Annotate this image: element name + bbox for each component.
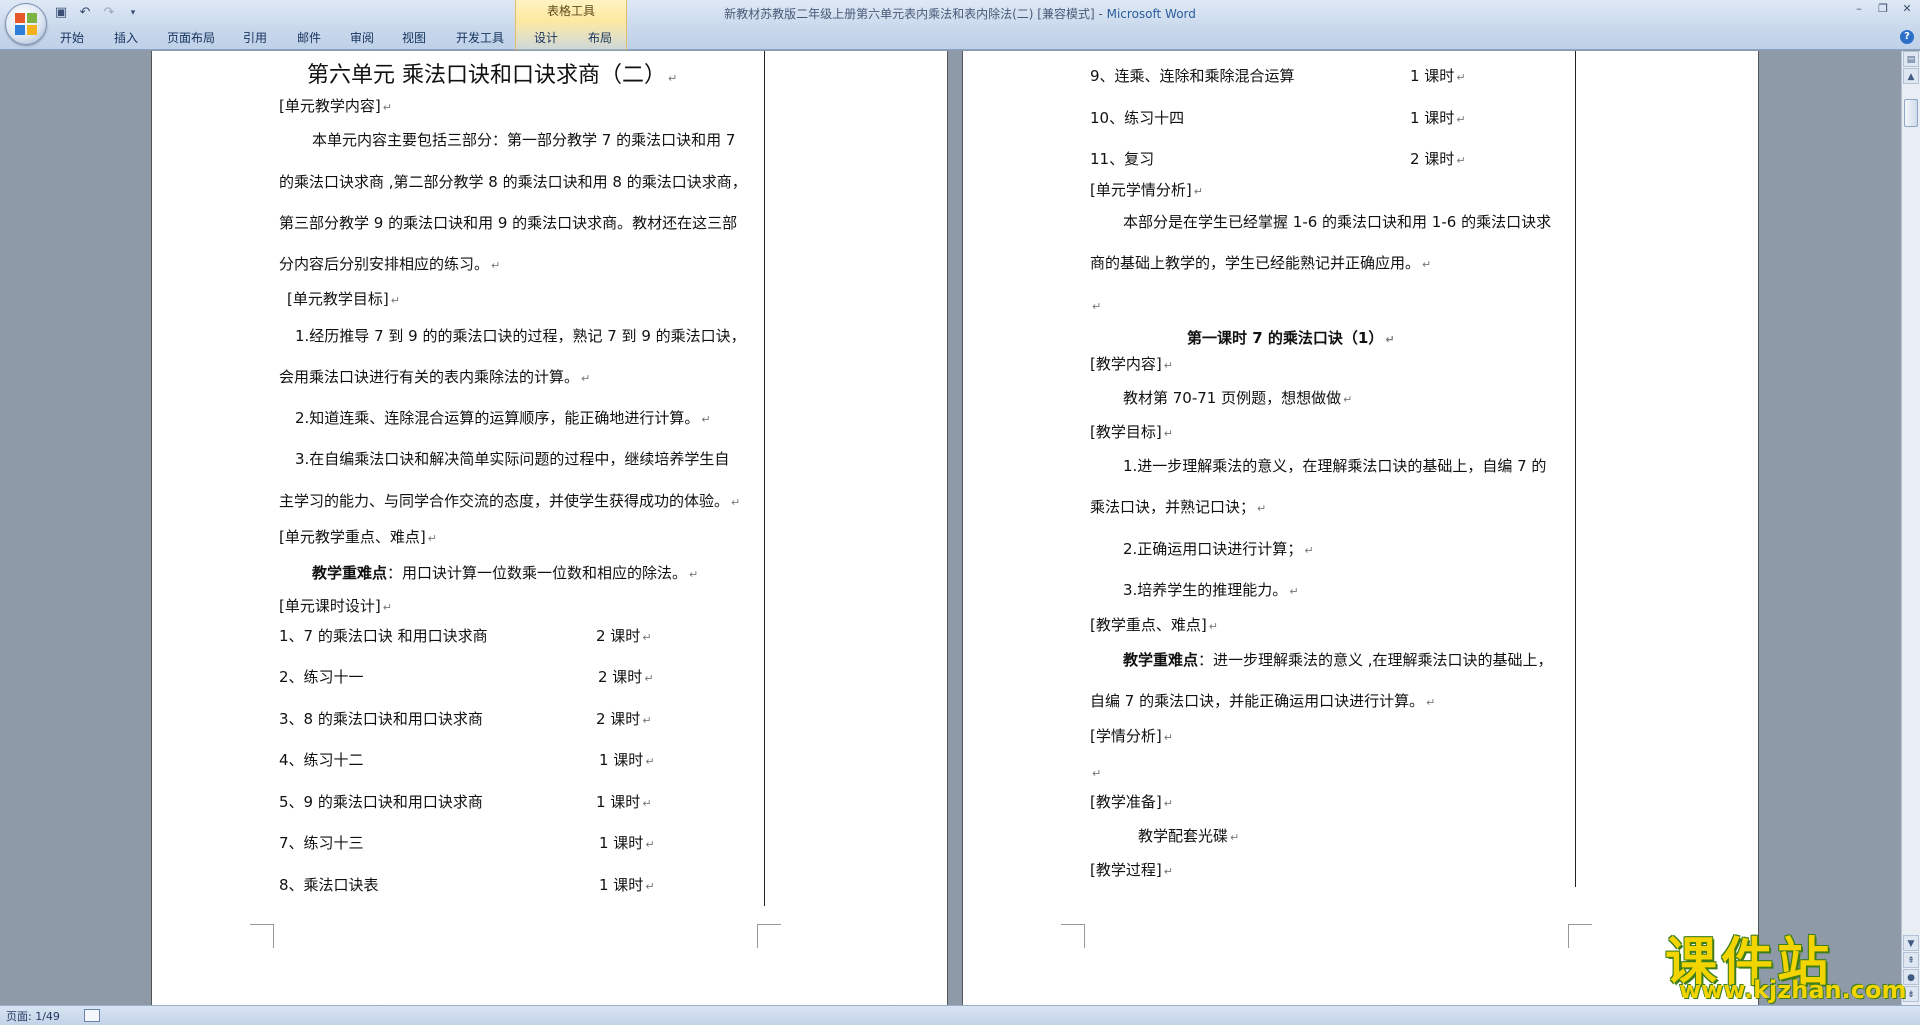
scroll-up-icon[interactable]: ▲	[1903, 68, 1919, 84]
window-controls: – ❐ ✕	[1852, 2, 1914, 16]
app-name: Microsoft Word	[1106, 7, 1196, 21]
schedule-hours: 2 课时 ↵	[598, 668, 654, 686]
page-2[interactable]: 9、连乘、连除和乘除混合运算 1 课时 ↵ 10、练习十四 1 课时 ↵ 11、复习…	[962, 51, 1759, 1005]
schedule-hours: 2 课时 ↵	[1410, 150, 1466, 168]
paragraph-line: 3.培养学生的推理能力。 ↵	[1123, 581, 1299, 599]
margin-corner-mark	[1568, 924, 1592, 948]
close-icon[interactable]: ✕	[1900, 2, 1914, 16]
watermark-logo: 课件站 www.kjzhan.com	[1665, 920, 1907, 1004]
schedule-item: 5、9 的乘法口诀和用口诀求商	[279, 793, 483, 811]
document-area: 第六单元 乘法口诀和口诀求商（二） ↵ [单元教学内容] ↵ 本单元内容主要包括三部…	[0, 51, 1900, 1005]
paragraph-line: 本单元内容主要包括三部分：第一部分教学 7 的乘法口诀和用 7	[312, 131, 736, 149]
section-heading: [单元教学内容] ↵	[279, 97, 392, 115]
schedule-hours: 1 课时 ↵	[1410, 67, 1466, 85]
paragraph-line: 教学配套光碟 ↵	[1138, 827, 1240, 845]
paragraph-line: 主学习的能力、与同学合作交流的态度，并使学生获得成功的体验。 ↵	[279, 492, 741, 510]
schedule-hours: 2 课时 ↵	[596, 710, 652, 728]
window-title: 新教材苏教版二年级上册第六单元表内乘法和表内除法(二) [兼容模式] - Mic…	[0, 5, 1920, 22]
margin-corner-mark	[757, 924, 781, 948]
paragraph-line: 的乘法口诀求商 ,第二部分教学 8 的乘法口诀和用 8 的乘法口诀求商，	[279, 173, 747, 191]
page-count[interactable]: 页面: 1/49	[6, 1008, 60, 1024]
section-heading: [教学重点、难点] ↵	[1090, 616, 1218, 634]
section-heading: [学情分析] ↵	[1090, 727, 1173, 745]
schedule-item: 2、练习十一	[279, 668, 364, 686]
section-heading: [单元教学目标] ↵	[287, 290, 400, 308]
schedule-hours: 1 课时 ↵	[599, 751, 655, 769]
paragraph-line: 教学重难点：进一步理解乘法的意义 ,在理解乘法口诀的基础上，	[1123, 651, 1553, 669]
tab-view[interactable]: 视图	[402, 28, 426, 48]
title-bar: ▣ ↶ ↷ ▾ 表格工具 新教材苏教版二年级上册第六单元表内乘法和表内除法(二)…	[0, 0, 1920, 50]
section-heading: [教学目标] ↵	[1090, 423, 1173, 441]
section-heading: [单元课时设计] ↵	[279, 597, 392, 615]
vertical-scrollbar[interactable]: ▤ ▲ ▼ ⇞ ● ⇟	[1901, 51, 1920, 1005]
schedule-item: 11、复习	[1090, 150, 1155, 168]
restore-icon[interactable]: ❐	[1876, 2, 1890, 16]
paragraph-line: 乘法口诀，并熟记口诀； ↵	[1090, 498, 1267, 516]
table-border	[1575, 51, 1576, 887]
section-heading: [教学内容] ↵	[1090, 355, 1173, 373]
schedule-item: 10、练习十四	[1090, 109, 1185, 127]
paragraph-line: 2.正确运用口诀进行计算； ↵	[1123, 540, 1314, 558]
status-bar: 页面: 1/49	[0, 1005, 1920, 1025]
scroll-down-icon[interactable]: ▼	[1903, 935, 1919, 951]
tab-insert[interactable]: 插入	[114, 28, 138, 48]
tab-page-layout[interactable]: 页面布局	[167, 28, 215, 48]
help-icon[interactable]: ?	[1900, 30, 1914, 44]
margin-corner-mark	[250, 924, 274, 948]
paragraph-line: 商的基础上教学的，学生已经能熟记并正确应用。 ↵	[1090, 254, 1432, 272]
paragraph-line: 分内容后分别安排相应的练习。 ↵	[279, 255, 501, 273]
tab-mailings[interactable]: 邮件	[297, 28, 321, 48]
schedule-item: 8、乘法口诀表	[279, 876, 379, 894]
paragraph-line: 本部分是在学生已经掌握 1-6 的乘法口诀和用 1-6 的乘法口诀求	[1123, 213, 1552, 231]
table-border	[764, 51, 765, 906]
document-title: 新教材苏教版二年级上册第六单元表内乘法和表内除法(二) [兼容模式] -	[724, 7, 1107, 21]
paragraph-line: 教材第 70-71 页例题，想想做做 ↵	[1123, 389, 1353, 407]
section-heading: [教学过程] ↵	[1090, 861, 1173, 879]
previous-page-icon[interactable]: ⇞	[1903, 952, 1919, 968]
schedule-item: 3、8 的乘法口诀和用口诀求商	[279, 710, 483, 728]
paragraph-line: 教学重难点：用口诀计算一位数乘一位数和相应的除法。 ↵	[312, 564, 699, 582]
tab-layout[interactable]: 布局	[588, 28, 612, 48]
section-heading: [单元教学重点、难点] ↵	[279, 528, 437, 546]
tab-references[interactable]: 引用	[243, 28, 267, 48]
schedule-item: 1、7 的乘法口诀 和用口诀求商	[279, 627, 488, 645]
margin-corner-mark	[1061, 924, 1085, 948]
empty-paragraph: ↵	[1092, 300, 1102, 313]
schedule-hours: 2 课时 ↵	[596, 627, 652, 645]
empty-paragraph: ↵	[1092, 767, 1102, 780]
minimize-icon[interactable]: –	[1852, 2, 1866, 16]
section-heading: [单元学情分析] ↵	[1090, 181, 1203, 199]
schedule-hours: 1 课时 ↵	[599, 834, 655, 852]
unit-title: 第六单元 乘法口诀和口诀求商（二） ↵	[307, 63, 678, 88]
lesson-title: 第一课时 7 的乘法口诀（1） ↵	[1187, 329, 1395, 347]
schedule-hours: 1 课时 ↵	[1410, 109, 1466, 127]
tab-developer[interactable]: 开发工具	[456, 28, 504, 48]
schedule-item: 7、练习十三	[279, 834, 364, 852]
scroll-thumb[interactable]	[1904, 99, 1918, 127]
watermark-url: www.kjzhan.com	[1679, 976, 1907, 1004]
schedule-hours: 1 课时 ↵	[599, 876, 655, 894]
paragraph-line: 2.知道连乘、连除混合运算的运算顺序，能正确地进行计算。 ↵	[295, 409, 711, 427]
schedule-hours: 1 课时 ↵	[596, 793, 652, 811]
tab-home[interactable]: 开始	[60, 28, 84, 48]
proofing-icon[interactable]	[84, 1009, 100, 1022]
schedule-item: 9、连乘、连除和乘除混合运算	[1090, 67, 1295, 85]
ruler-toggle-icon[interactable]: ▤	[1903, 51, 1919, 67]
paragraph-line: 会用乘法口诀进行有关的表内乘除法的计算。 ↵	[279, 368, 591, 386]
tab-review[interactable]: 审阅	[350, 28, 374, 48]
paragraph-line: 1.进一步理解乘法的意义，在理解乘法口诀的基础上，自编 7 的	[1123, 457, 1547, 475]
paragraph-line: 第三部分教学 9 的乘法口诀和用 9 的乘法口诀求商。教材还在这三部	[279, 214, 738, 232]
tab-design[interactable]: 设计	[534, 28, 558, 48]
section-heading: [教学准备] ↵	[1090, 793, 1173, 811]
paragraph-line: 1.经历推导 7 到 9 的的乘法口诀的过程，熟记 7 到 9 的乘法口诀，	[295, 327, 746, 345]
paragraph-line: 3.在自编乘法口诀和解决简单实际问题的过程中，继续培养学生自	[295, 450, 730, 468]
schedule-item: 4、练习十二	[279, 751, 364, 769]
page-1[interactable]: 第六单元 乘法口诀和口诀求商（二） ↵ [单元教学内容] ↵ 本单元内容主要包括三部…	[151, 51, 948, 1005]
paragraph-line: 自编 7 的乘法口诀，并能正确运用口诀进行计算。 ↵	[1090, 692, 1436, 710]
